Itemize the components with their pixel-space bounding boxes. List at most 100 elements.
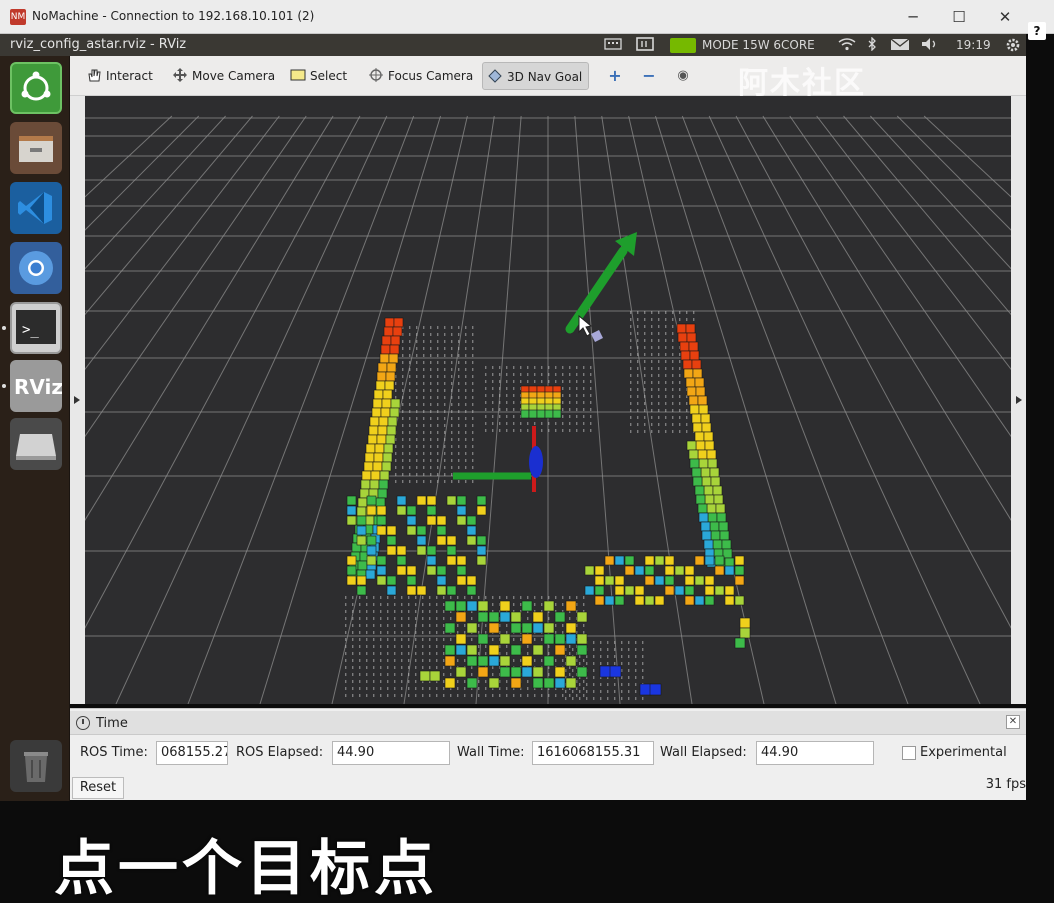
- select-tool-button[interactable]: Select: [286, 62, 353, 90]
- eye-icon[interactable]: ◉: [670, 62, 696, 90]
- mail-icon[interactable]: [890, 37, 912, 53]
- point-cloud-dot: [593, 669, 595, 672]
- point-cloud-dot: [534, 694, 536, 697]
- point-cloud-dot: [430, 361, 432, 364]
- point-cloud-dot: [450, 673, 452, 676]
- point-cloud-dot: [586, 662, 588, 665]
- move-camera-tool-button[interactable]: Move Camera: [168, 62, 281, 90]
- point-cloud-dot: [583, 408, 585, 411]
- chromium-icon[interactable]: [10, 242, 62, 294]
- gear-icon[interactable]: [1004, 37, 1024, 53]
- interact-tool-button[interactable]: Interact: [82, 62, 159, 90]
- volume-icon[interactable]: [920, 37, 942, 53]
- add-tool-button[interactable]: +: [602, 62, 628, 90]
- point-cloud-dot: [630, 423, 632, 426]
- wifi-icon[interactable]: [838, 37, 858, 53]
- map-voxel: [456, 565, 467, 576]
- disk-icon[interactable]: [10, 418, 62, 470]
- vscode-icon[interactable]: [10, 182, 62, 234]
- scene-canvas[interactable]: [85, 96, 1011, 704]
- point-cloud-dot: [443, 596, 445, 599]
- point-cloud-dot: [437, 361, 439, 364]
- point-cloud-dot: [430, 396, 432, 399]
- grid-line: [923, 115, 1011, 198]
- point-cloud-dot: [593, 676, 595, 679]
- point-cloud-dot: [394, 617, 396, 620]
- map-voxel: [697, 503, 708, 514]
- map-voxel: [594, 575, 605, 586]
- point-cloud-dot: [635, 669, 637, 672]
- point-cloud-dot: [555, 429, 557, 432]
- keyboard-icon[interactable]: [604, 37, 624, 53]
- point-cloud-dot: [366, 680, 368, 683]
- point-cloud-dot: [409, 438, 411, 441]
- point-cloud-dot: [679, 430, 681, 433]
- focus-camera-tool-button[interactable]: Focus Camera: [364, 62, 479, 90]
- point-cloud-dot: [450, 638, 452, 641]
- reset-button[interactable]: Reset: [72, 777, 124, 799]
- map-voxel: [376, 515, 387, 526]
- ros-time-field[interactable]: 068155.27: [156, 741, 228, 765]
- map-voxel: [446, 555, 457, 566]
- map-voxel: [393, 317, 404, 328]
- map-voxel: [724, 585, 735, 596]
- point-cloud-dot: [402, 361, 404, 364]
- point-cloud-dot: [352, 673, 354, 676]
- point-cloud-dot: [562, 366, 564, 369]
- panel-clock[interactable]: 19:19: [956, 37, 991, 53]
- map-voxel: [532, 622, 544, 634]
- point-cloud-dot: [614, 648, 616, 651]
- point-cloud-dot: [464, 631, 466, 634]
- help-icon[interactable]: ?: [1028, 22, 1046, 40]
- point-cloud-dot: [416, 452, 418, 455]
- power-mode-indicator[interactable]: MODE 15W 6CORE: [702, 37, 815, 53]
- map-voxel: [456, 555, 467, 566]
- point-cloud-dot: [534, 603, 536, 606]
- bluetooth-icon[interactable]: [866, 36, 880, 53]
- map-voxel: [466, 622, 478, 634]
- minimize-button[interactable]: ─: [900, 6, 926, 28]
- files-icon[interactable]: [10, 122, 62, 174]
- map-voxel: [703, 485, 714, 496]
- point-cloud-dot: [437, 459, 439, 462]
- wall-elapsed-field[interactable]: 44.90: [756, 741, 874, 765]
- point-cloud-dot: [686, 402, 688, 405]
- ros-elapsed-field[interactable]: 44.90: [332, 741, 450, 765]
- point-cloud-dot: [520, 638, 522, 641]
- point-cloud-dot: [429, 596, 431, 599]
- map-voxel: [406, 575, 417, 586]
- map-voxel: [373, 452, 384, 463]
- point-cloud-dot: [464, 694, 466, 697]
- point-cloud-dot: [415, 659, 417, 662]
- point-cloud-dot: [637, 374, 639, 377]
- screen-icon[interactable]: [636, 37, 656, 53]
- map-voxel: [739, 627, 751, 639]
- point-cloud-dot: [436, 596, 438, 599]
- map-voxel: [684, 565, 695, 576]
- 3d-nav-goal-tool-button[interactable]: 3D Nav Goal: [482, 62, 590, 90]
- maximize-button[interactable]: ☐: [946, 6, 972, 28]
- map-voxel: [521, 633, 533, 645]
- right-dock-toggle[interactable]: [1011, 96, 1026, 704]
- close-panel-icon[interactable]: ✕: [1006, 715, 1020, 729]
- map-voxel: [436, 515, 447, 526]
- ubuntu-dash-icon[interactable]: [10, 62, 62, 114]
- remove-tool-button[interactable]: −: [636, 62, 662, 90]
- point-cloud-dot: [366, 687, 368, 690]
- point-cloud-dot: [628, 669, 630, 672]
- point-cloud-dot: [458, 354, 460, 357]
- 3d-render-view[interactable]: [85, 96, 1011, 704]
- wall-time-field[interactable]: 1616068155.31: [532, 741, 654, 765]
- trash-icon[interactable]: [10, 740, 62, 792]
- experimental-checkbox[interactable]: [902, 746, 916, 760]
- point-cloud-dot: [458, 396, 460, 399]
- map-voxel: [689, 350, 700, 361]
- point-cloud-dot: [472, 375, 474, 378]
- rviz-icon[interactable]: RViz: [10, 360, 63, 412]
- point-cloud-dot: [409, 417, 411, 420]
- point-cloud-dot: [614, 655, 616, 658]
- map-voxel: [614, 595, 625, 606]
- close-button[interactable]: ✕: [992, 6, 1018, 28]
- terminal-icon[interactable]: >_: [10, 302, 62, 354]
- left-dock-toggle[interactable]: [70, 96, 85, 704]
